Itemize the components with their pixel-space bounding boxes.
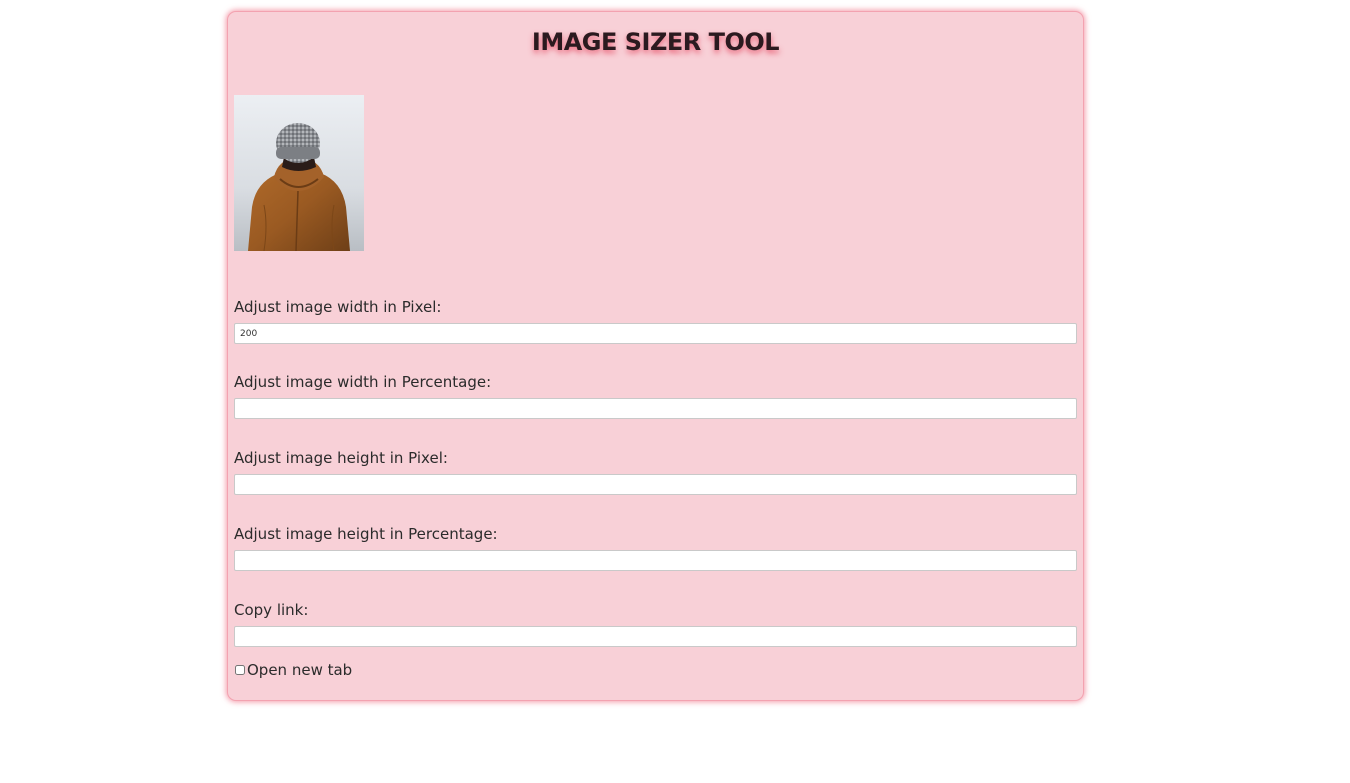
width-percentage-label: Adjust image width in Percentage: <box>234 373 492 391</box>
copy-link-input[interactable] <box>234 626 1077 647</box>
height-percentage-label: Adjust image height in Percentage: <box>234 525 498 543</box>
open-new-tab-row: Open new tab <box>234 660 352 680</box>
page-title: IMAGE SIZER TOOL <box>531 28 780 56</box>
height-percentage-field: Adjust image height in Percentage: <box>234 524 1077 571</box>
preview-image-graphic <box>234 95 364 251</box>
width-pixel-field: Adjust image width in Pixel: <box>234 297 1077 344</box>
copy-link-label: Copy link: <box>234 601 309 619</box>
open-new-tab-label: Open new tab <box>247 661 353 679</box>
open-new-tab-checkbox[interactable] <box>235 665 245 675</box>
image-sizer-card: IMAGE SIZER TOOL Adjust image width in P… <box>227 11 1084 701</box>
width-pixel-input[interactable] <box>234 323 1077 344</box>
height-percentage-input[interactable] <box>234 550 1077 571</box>
height-pixel-label: Adjust image height in Pixel: <box>234 449 448 467</box>
copy-link-field: Copy link: <box>234 600 1077 647</box>
height-pixel-input[interactable] <box>234 474 1077 495</box>
preview-image <box>234 95 364 251</box>
height-pixel-field: Adjust image height in Pixel: <box>234 448 1077 495</box>
width-pixel-label: Adjust image width in Pixel: <box>234 298 442 316</box>
width-percentage-input[interactable] <box>234 398 1077 419</box>
width-percentage-field: Adjust image width in Percentage: <box>234 372 1077 419</box>
